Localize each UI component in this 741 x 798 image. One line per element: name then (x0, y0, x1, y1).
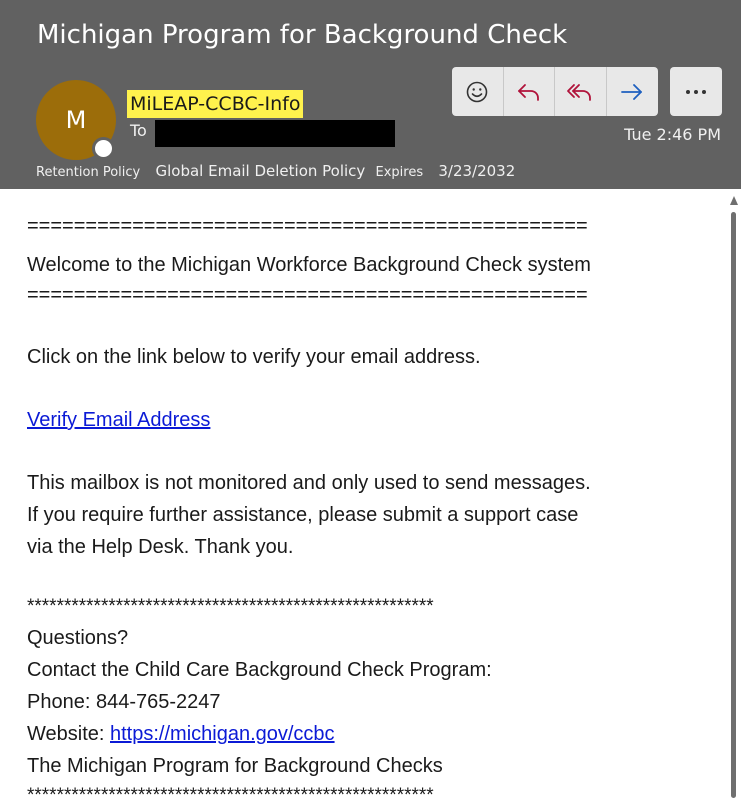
notice-line-2: If you require further assistance, pleas… (27, 504, 579, 526)
email-header: Michigan Program for Background Check M … (0, 0, 741, 189)
email-date: Tue 2:46 PM (624, 125, 721, 144)
more-icon (686, 89, 706, 94)
retention-expires-date: 3/23/2032 (438, 162, 516, 180)
forward-icon (621, 83, 643, 100)
retention-expires-label: Expires (375, 165, 424, 180)
reply-button[interactable] (504, 67, 555, 116)
verify-instruction: Click on the link below to verify your e… (27, 346, 481, 368)
contact-line: Contact the Child Care Background Check … (27, 659, 492, 681)
separator-top: ========================================… (27, 215, 588, 237)
stars-separator-top: ****************************************… (27, 596, 434, 617)
emoji-button[interactable] (452, 67, 504, 116)
questions-heading: Questions? (27, 627, 129, 649)
website-link[interactable]: https://michigan.gov/ccbc (110, 723, 335, 745)
notice-line-1: This mailbox is not monitored and only u… (27, 472, 591, 494)
program-line: The Michigan Program for Background Chec… (27, 755, 443, 777)
verify-email-link[interactable]: Verify Email Address (27, 409, 210, 432)
sender-name[interactable]: MiLEAP-CCBC-Info (127, 90, 304, 118)
retention-policy-name: Global Email Deletion Policy (155, 162, 366, 180)
notice-line-3: via the Help Desk. Thank you. (27, 536, 294, 558)
retention-label: Retention Policy (36, 165, 141, 180)
reply-all-button[interactable] (555, 67, 607, 116)
more-actions-button[interactable] (670, 67, 722, 116)
stars-separator-bottom: ****************************************… (27, 785, 434, 798)
redacted-recipient (155, 120, 395, 147)
to-label: To (130, 121, 147, 140)
message-actions (452, 67, 658, 116)
website-label: Website: (27, 723, 110, 745)
avatar-initial: M (65, 106, 87, 134)
emoji-icon (466, 81, 488, 102)
retention-policy: Retention Policy Global Email Deletion P… (36, 161, 515, 180)
scroll-up-arrow-icon[interactable] (729, 195, 739, 207)
welcome-heading: Welcome to the Michigan Workforce Backgr… (27, 254, 591, 276)
phone-line: Phone: 844-765-2247 (27, 691, 221, 713)
separator-bottom: ========================================… (27, 284, 588, 306)
scrollbar-thumb[interactable] (731, 212, 736, 798)
reply-icon (517, 83, 539, 101)
email-body: ========================================… (0, 189, 741, 798)
presence-indicator (92, 137, 115, 160)
website-line: Website: https://michigan.gov/ccbc (27, 723, 335, 746)
email-subject: Michigan Program for Background Check (37, 20, 568, 50)
reply-all-icon (567, 83, 592, 101)
forward-button[interactable] (607, 67, 659, 116)
